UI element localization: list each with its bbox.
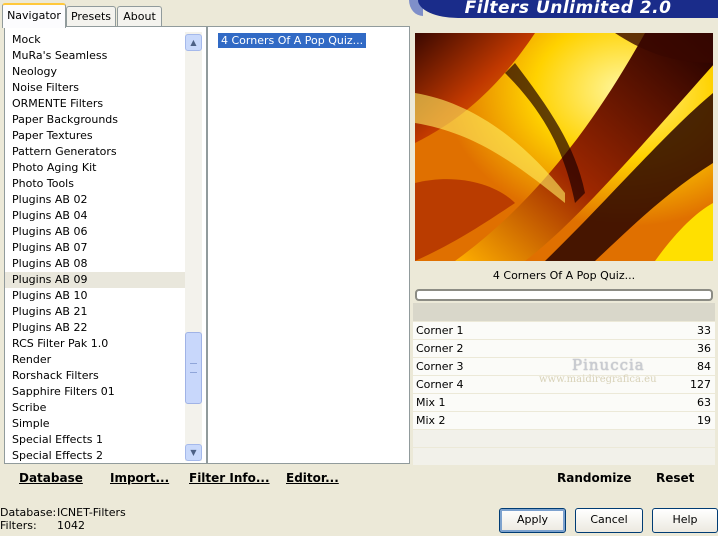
status-filters-label: Filters: [0, 519, 37, 532]
category-list-item[interactable]: Photo Tools [5, 176, 185, 192]
category-list-item[interactable]: Simple [5, 416, 185, 432]
param-corner-4[interactable]: Corner 4 127 [413, 376, 715, 393]
category-list-item[interactable]: Photo Aging Kit [5, 160, 185, 176]
category-list-item[interactable]: Plugins AB 02 [5, 192, 185, 208]
param-value: 127 [690, 378, 711, 391]
cancel-button[interactable]: Cancel [575, 508, 643, 533]
param-corner-2[interactable]: Corner 2 36 [413, 340, 715, 357]
category-list-item[interactable]: Plugins AB 22 [5, 320, 185, 336]
database-link[interactable]: Database [19, 471, 83, 485]
param-value: 19 [697, 414, 711, 427]
category-list-item[interactable]: Sapphire Filters 01 [5, 384, 185, 400]
param-corner-3[interactable]: Corner 3 84 [413, 358, 715, 375]
category-list-panel: Mock MuRa's Seamless Neology Noise Filters O… [4, 26, 207, 464]
param-value: 84 [697, 360, 711, 373]
filter-info-link[interactable]: Filter Info... [189, 471, 270, 485]
param-name: Corner 3 [416, 360, 464, 373]
tab-presets[interactable]: Presets [66, 6, 116, 26]
filter-list-item-selected[interactable]: 4 Corners Of A Pop Quiz... [218, 33, 367, 48]
category-list-item[interactable]: Plugins AB 21 [5, 304, 185, 320]
editor-link[interactable]: Editor... [286, 471, 339, 485]
category-list-item[interactable]: Special Effects 1 [5, 432, 185, 448]
tab-navigator[interactable]: Navigator [2, 3, 66, 28]
param-corner-1[interactable]: Corner 1 33 [413, 322, 715, 339]
param-mix-2[interactable]: Mix 2 19 [413, 412, 715, 429]
help-button[interactable]: Help [652, 508, 718, 533]
status-database-value: ICNET-Filters [57, 506, 126, 519]
category-list-item[interactable]: Plugins AB 07 [5, 240, 185, 256]
param-name: Corner 2 [416, 342, 464, 355]
grip-icon [190, 363, 197, 373]
status-info: Database:ICNET-Filters Filters: 1042 [0, 506, 126, 532]
apply-button[interactable]: Apply [499, 508, 566, 533]
preview-image [415, 33, 713, 261]
status-filters-value: 1042 [57, 519, 85, 532]
parameter-list: Corner 1 33 Corner 2 36 Corner 3 84 Corner … [413, 322, 715, 466]
preview-artwork [415, 33, 713, 261]
scroll-up-icon[interactable]: ▲ [185, 34, 202, 51]
category-list-item[interactable]: Paper Textures [5, 128, 185, 144]
param-name: Mix 1 [416, 396, 446, 409]
scroll-down-icon[interactable]: ▼ [185, 444, 202, 461]
category-list-item[interactable]: Plugins AB 06 [5, 224, 185, 240]
category-list-item[interactable]: Plugins AB 08 [5, 256, 185, 272]
action-bar: Database Import... Filter Info... Editor… [4, 462, 718, 492]
category-list-item[interactable]: Paper Backgrounds [5, 112, 185, 128]
params-header-band [413, 303, 715, 321]
param-value: 63 [697, 396, 711, 409]
preview-panel: 4 Corners Of A Pop Quiz... Corner 1 33 Co… [410, 26, 718, 465]
category-list-item[interactable]: Mock [5, 32, 185, 48]
scroll-thumb[interactable] [185, 332, 202, 404]
preview-filter-name: 4 Corners Of A Pop Quiz... [492, 269, 636, 282]
category-list-item[interactable]: Pattern Generators [5, 144, 185, 160]
brand-title: Filters Unlimited 2.0 [418, 0, 718, 18]
category-list-item[interactable]: Plugins AB 09 [5, 272, 185, 288]
filter-list-panel: 4 Corners Of A Pop Quiz... [207, 26, 410, 464]
category-list-item[interactable]: Neology [5, 64, 185, 80]
randomize-link[interactable]: Randomize [557, 471, 631, 485]
param-name: Corner 4 [416, 378, 464, 391]
category-list[interactable]: Mock MuRa's Seamless Neology Noise Filters O… [5, 32, 185, 464]
category-scrollbar[interactable]: ▲ ▼ [185, 32, 202, 461]
tab-about[interactable]: About [117, 6, 162, 26]
category-list-item[interactable]: Render [5, 352, 185, 368]
category-list-item[interactable]: Plugins AB 04 [5, 208, 185, 224]
category-list-item[interactable]: Plugins AB 10 [5, 288, 185, 304]
param-value: 36 [697, 342, 711, 355]
param-value: 33 [697, 324, 711, 337]
param-name: Mix 2 [416, 414, 446, 427]
import-link[interactable]: Import... [110, 471, 169, 485]
status-database-label: Database: [0, 506, 57, 519]
param-name: Corner 1 [416, 324, 464, 337]
category-list-item[interactable]: Rorshack Filters [5, 368, 185, 384]
category-list-item[interactable]: Noise Filters [5, 80, 185, 96]
category-list-item[interactable]: RCS Filter Pak 1.0 [5, 336, 185, 352]
param-empty-row [413, 430, 715, 447]
param-mix-1[interactable]: Mix 1 63 [413, 394, 715, 411]
reset-link[interactable]: Reset [656, 471, 694, 485]
progress-bar [415, 289, 713, 301]
category-list-item[interactable]: Scribe [5, 400, 185, 416]
category-list-item[interactable]: MuRa's Seamless [5, 48, 185, 64]
category-list-item[interactable]: ORMENTE Filters [5, 96, 185, 112]
